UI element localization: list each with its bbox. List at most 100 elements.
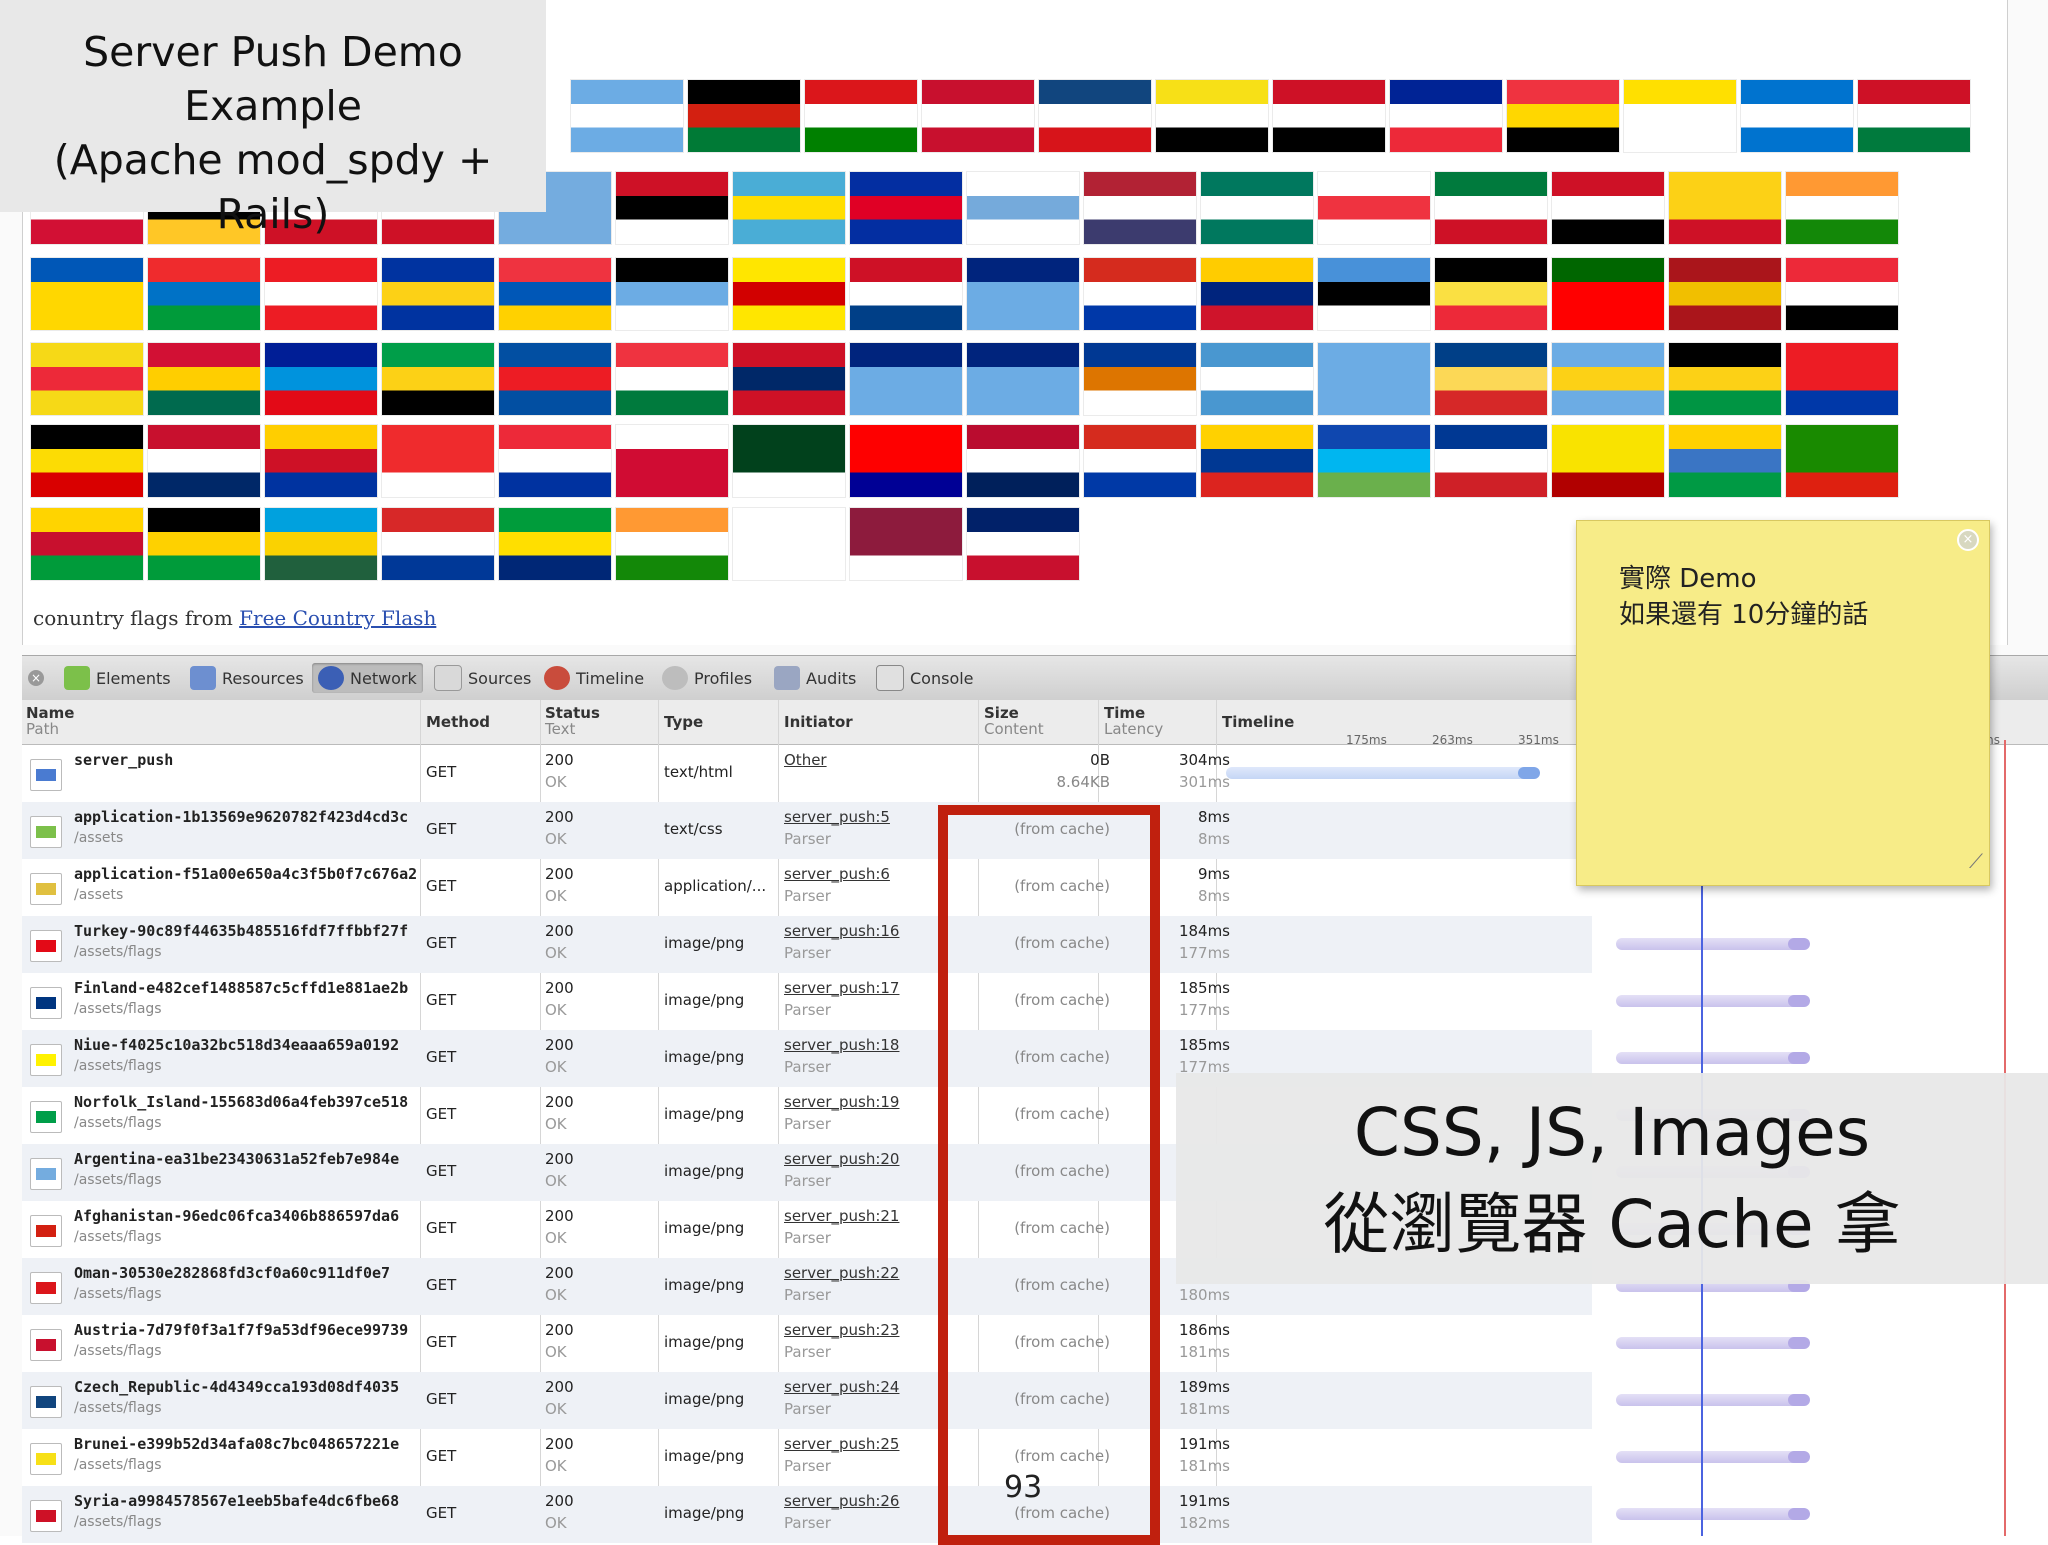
request-name: application-f51a00e650a4c3f5b0f7c676a2 — [74, 865, 418, 883]
flag-image — [733, 172, 845, 244]
initiator-link[interactable]: server_push:24 — [784, 1378, 899, 1396]
request-method: GET — [426, 1333, 457, 1351]
status-text: OK — [545, 830, 567, 848]
request-method: GET — [426, 877, 457, 895]
sticky-line-2: 如果還有 10分鐘的話 — [1619, 600, 1869, 630]
flag-image — [1318, 258, 1430, 330]
header-time[interactable]: Time Latency — [1104, 705, 1163, 737]
initiator-link[interactable]: server_push:17 — [784, 979, 899, 997]
table-row[interactable]: Finland-e482cef1488587c5cffd1e881ae2b/as… — [22, 973, 1810, 1030]
flag-image — [967, 425, 1079, 497]
request-name: Argentina-ea31be23430631a52feb7e984e — [74, 1150, 400, 1168]
header-type[interactable]: Type — [664, 714, 703, 730]
close-icon[interactable]: × — [1957, 529, 1979, 551]
initiator-link[interactable]: server_push:23 — [784, 1321, 899, 1339]
mime-type: image/png — [664, 1162, 745, 1180]
status-text: OK — [545, 1400, 567, 1418]
initiator-type: Parser — [784, 1229, 831, 1247]
tab-profiles[interactable]: Profiles — [656, 663, 758, 693]
content-size: 8.64KB — [1056, 773, 1110, 791]
mime-type: image/png — [664, 1447, 745, 1465]
size-value: 0B — [1090, 751, 1110, 769]
status-text: OK — [545, 1343, 567, 1361]
request-path: /assets/flags — [74, 1115, 162, 1131]
file-type-icon — [30, 873, 62, 905]
flag-image — [850, 172, 962, 244]
file-type-icon — [30, 1443, 62, 1475]
initiator-link[interactable]: server_push:5 — [784, 808, 890, 826]
flag-image — [148, 425, 260, 497]
initiator-link[interactable]: server_push:20 — [784, 1150, 899, 1168]
initiator-link[interactable]: server_push:6 — [784, 865, 890, 883]
flag-credit: conuntry flags from Free Country Flash — [33, 606, 436, 630]
flag-image — [148, 343, 260, 415]
request-path: /assets/flags — [74, 1514, 162, 1530]
table-row[interactable]: Turkey-90c89f44635b485516fdf7ffbbf27f/as… — [22, 916, 1810, 973]
timeline-bar-end — [1788, 938, 1810, 950]
request-name: Brunei-e399b52d34afa08c7bc048657221e — [74, 1435, 400, 1453]
initiator-link[interactable]: server_push:16 — [784, 922, 899, 940]
flag-image — [265, 425, 377, 497]
request-path: /assets/flags — [74, 1229, 162, 1245]
initiator-link[interactable]: Other — [784, 751, 827, 769]
header-size[interactable]: Size Content — [984, 705, 1044, 737]
flag-image — [1201, 425, 1313, 497]
header-name[interactable]: Name Path — [26, 705, 74, 737]
tab-timeline[interactable]: Timeline — [538, 663, 650, 693]
tab-audits[interactable]: Audits — [768, 663, 862, 693]
header-timeline[interactable]: Timeline — [1222, 714, 1294, 730]
flag-image — [1507, 80, 1619, 152]
status-text: OK — [545, 1514, 567, 1532]
close-icon[interactable]: × — [28, 670, 44, 686]
timeline-bar-end — [1518, 767, 1540, 779]
initiator-link[interactable]: server_push:25 — [784, 1435, 899, 1453]
credit-link[interactable]: Free Country Flash — [239, 606, 436, 630]
initiator-link[interactable]: server_push:26 — [784, 1492, 899, 1510]
flag-image — [850, 258, 962, 330]
resize-handle-icon[interactable]: ⟋ — [1969, 843, 1983, 879]
status-code: 200 — [545, 1264, 574, 1282]
tab-sources[interactable]: Sources — [428, 663, 537, 693]
initiator-link[interactable]: server_push:21 — [784, 1207, 899, 1225]
request-name: application-1b13569e9620782f423d4cd3c — [74, 808, 409, 826]
status-text: OK — [545, 1457, 567, 1475]
status-code: 200 — [545, 1378, 574, 1396]
initiator-link[interactable]: server_push:22 — [784, 1264, 899, 1282]
request-path: /assets/flags — [74, 1286, 162, 1302]
flag-image — [1624, 80, 1736, 152]
request-method: GET — [426, 1162, 457, 1180]
table-row[interactable]: server_push GET 200 OK text/html Other 0B 8.64K… — [22, 745, 1592, 802]
header-method[interactable]: Method — [426, 714, 490, 730]
table-row[interactable]: application-f51a00e650a4c3f5b0f7c676a2/a… — [22, 859, 1592, 916]
header-initiator[interactable]: Initiator — [784, 714, 853, 730]
status-text: OK — [545, 887, 567, 905]
tab-resources[interactable]: Resources — [184, 663, 310, 693]
flag-image — [148, 258, 260, 330]
table-row[interactable]: application-1b13569e9620782f423d4cd3c/as… — [22, 802, 1592, 859]
initiator-link[interactable]: server_push:18 — [784, 1036, 899, 1054]
status-code: 200 — [545, 1036, 574, 1054]
tab-network[interactable]: Network — [312, 663, 423, 693]
tab-elements[interactable]: Elements — [58, 663, 177, 693]
flag-image — [31, 508, 143, 580]
flag-image — [1786, 172, 1898, 244]
flag-image — [850, 425, 962, 497]
header-status[interactable]: Status Text — [545, 705, 600, 737]
request-path: /assets/flags — [74, 1001, 162, 1017]
flag-image — [1084, 258, 1196, 330]
flag-image — [265, 258, 377, 330]
flag-image — [1318, 425, 1430, 497]
cache-highlight-box — [938, 805, 1160, 1545]
table-row[interactable]: Brunei-e399b52d34afa08c7bc048657221e/ass… — [22, 1429, 1810, 1486]
mime-type: image/png — [664, 1048, 745, 1066]
flag-image — [616, 508, 728, 580]
table-row[interactable]: Syria-a9984578567e1eeb5bafe4dc6fbe68/ass… — [22, 1486, 1810, 1543]
sticky-note[interactable]: × 實際 Demo 如果還有 10分鐘的話 ⟋ — [1576, 520, 1990, 886]
table-row[interactable]: Czech_Republic-4d4349cca193d08df4035/ass… — [22, 1372, 1810, 1429]
tab-console[interactable]: Console — [870, 663, 980, 693]
flag-image — [31, 425, 143, 497]
request-method: GET — [426, 820, 457, 838]
table-row[interactable]: Austria-7d79f0f3a1f7f9a53df96ece99739/as… — [22, 1315, 1810, 1372]
request-path: /assets/flags — [74, 1457, 162, 1473]
initiator-link[interactable]: server_push:19 — [784, 1093, 899, 1111]
